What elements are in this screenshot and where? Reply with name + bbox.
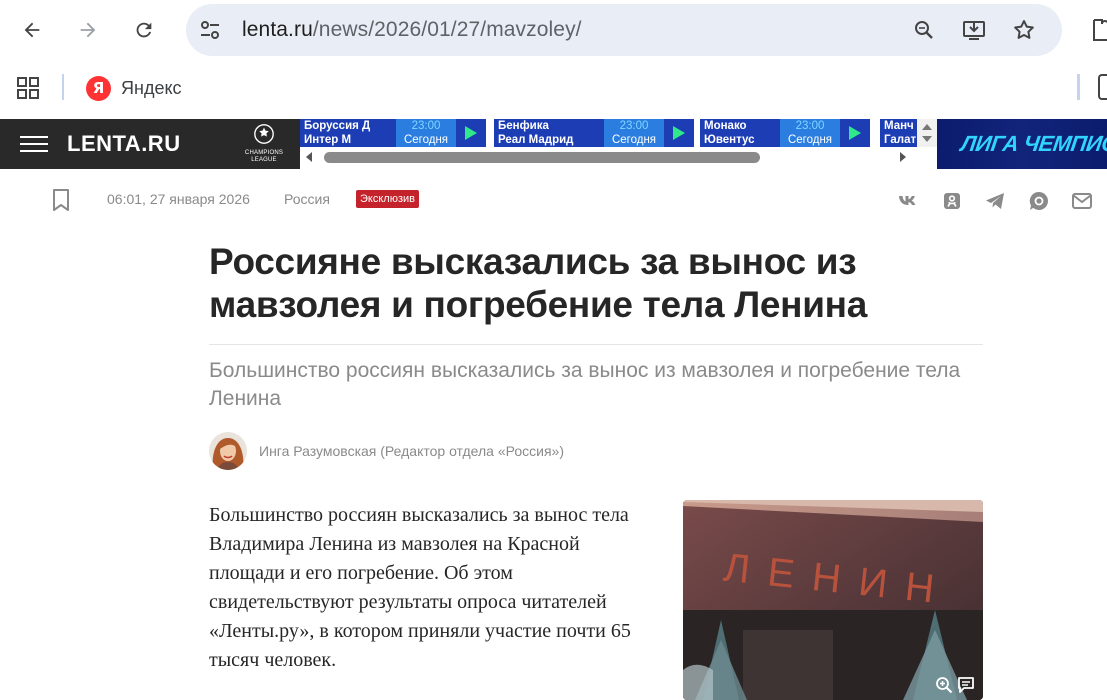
team-home: Боруссия Д <box>304 120 371 132</box>
team-away: Интер М <box>304 134 352 146</box>
reload-icon <box>136 22 152 38</box>
team-home: Бенфика <box>498 120 549 132</box>
bookmarks-bar: Я Яндекс <box>0 60 1107 116</box>
bookmark-icon[interactable] <box>51 189 71 211</box>
article-lead: Большинство россиян высказались за вынос… <box>209 504 631 671</box>
team-away: Реал Мадрид <box>498 134 574 146</box>
match-item[interactable]: Боруссия Д Интер М 23:00 Сегодня <box>300 119 486 147</box>
zoom-in-icon[interactable] <box>935 676 953 694</box>
article-rubric[interactable]: Россия <box>284 191 330 207</box>
play-icon <box>673 126 685 140</box>
bookmarks-divider-right <box>1077 74 1080 100</box>
url-path: /news/2026/01/27/mavzoley/ <box>312 18 582 41</box>
title-divider <box>209 344 983 345</box>
url-text[interactable]: lenta.ru/news/2026/01/27/mavzoley/ <box>242 18 582 42</box>
match-time: 23:00 <box>619 120 649 132</box>
article-subtitle: Большинство россиян высказались за вынос… <box>209 359 961 410</box>
install-app-icon[interactable] <box>962 18 986 42</box>
url-host: lenta.ru <box>242 18 313 41</box>
scrollbar-thumb[interactable] <box>324 152 760 163</box>
scroll-left-icon[interactable] <box>304 151 314 163</box>
play-button[interactable] <box>664 119 694 147</box>
exclusive-badge: Эксклюзив <box>356 190 419 208</box>
ticker-vertical-scroll[interactable] <box>917 119 937 147</box>
author-avatar <box>209 432 247 470</box>
article-meta: 06:01, 27 января 2026 Россия Эксклюзив <box>0 170 1107 230</box>
article-author[interactable]: Инга Разумовская (Редактор отдела «Росси… <box>209 432 564 470</box>
play-icon <box>849 126 861 140</box>
site-logo[interactable]: LENTA.RU <box>67 131 181 157</box>
article-photo[interactable]: ЛЕНИН <box>683 500 983 700</box>
extensions-icon[interactable] <box>1090 16 1107 44</box>
address-bar[interactable]: lenta.ru/news/2026/01/27/mavzoley/ <box>186 4 1062 56</box>
browser-toolbar: lenta.ru/news/2026/01/27/mavzoley/ <box>0 0 1107 60</box>
ticker-scrollbar[interactable] <box>300 149 915 165</box>
ucl-banner-text: ЛИГА ЧЕМПИОНОВ <box>959 131 1107 156</box>
yandex-logo-icon: Я <box>86 75 111 101</box>
match-day: Сегодня <box>787 134 833 146</box>
ucl-label-1: CHAMPIONS <box>244 150 284 156</box>
team-away: Галат <box>884 134 917 146</box>
telegram-icon[interactable] <box>984 190 1006 212</box>
team-home: Манч <box>884 120 914 132</box>
bookmark-label: Яндекс <box>121 77 182 98</box>
ucl-banner[interactable]: ЛИГА ЧЕМПИОНОВ <box>937 119 1107 169</box>
ucl-label-2: LEAGUE <box>251 157 277 163</box>
mail-icon[interactable] <box>1071 190 1093 212</box>
team-away: Ювентус <box>704 134 755 146</box>
mausoleum-photo-image: ЛЕНИН <box>683 500 983 700</box>
all-bookmarks-folder-icon[interactable] <box>1098 74 1107 100</box>
play-icon <box>465 126 477 140</box>
article-title: Россияне высказались за вынос из мавзоле… <box>209 241 867 325</box>
star-icon[interactable] <box>1012 18 1036 42</box>
match-item[interactable]: Монако Ювентус 23:00 Сегодня <box>700 119 870 147</box>
zoom-icon[interactable] <box>912 18 936 42</box>
bookmarks-divider <box>62 74 64 100</box>
caption-icon[interactable] <box>957 676 975 694</box>
play-button[interactable] <box>840 119 870 147</box>
vk-icon[interactable] <box>897 190 919 212</box>
match-time: 23:00 <box>411 120 441 132</box>
reload-button[interactable] <box>126 12 162 48</box>
forward-button[interactable] <box>70 12 106 48</box>
site-info-icon[interactable] <box>198 18 222 42</box>
match-day: Сегодня <box>403 134 449 146</box>
match-day: Сегодня <box>611 134 657 146</box>
author-name: Инга Разумовская (Редактор отдела «Росси… <box>259 443 564 459</box>
arrow-left-icon <box>24 22 40 38</box>
match-item[interactable]: Манч Галат <box>880 119 920 147</box>
match-time: 23:00 <box>795 120 825 132</box>
max-messenger-icon[interactable] <box>1028 190 1050 212</box>
champions-league-logo[interactable]: CHAMPIONS LEAGUE <box>238 123 290 167</box>
bookmark-yandex[interactable]: Я Яндекс <box>86 74 182 102</box>
scores-ticker: Боруссия Д Интер М 23:00 Сегодня Бенфика Ре… <box>300 119 937 169</box>
photo-tools <box>935 676 975 694</box>
menu-icon[interactable] <box>20 136 48 152</box>
arrow-right-icon <box>80 22 96 38</box>
back-button[interactable] <box>14 12 50 48</box>
article-date: 06:01, 27 января 2026 <box>107 191 250 207</box>
ucl-starball-icon <box>254 124 274 144</box>
scroll-right-icon[interactable] <box>898 151 908 163</box>
team-home: Монако <box>704 120 747 132</box>
ok-icon[interactable] <box>941 190 963 212</box>
apps-grid-icon[interactable] <box>16 76 40 100</box>
match-item[interactable]: Бенфика Реал Мадрид 23:00 Сегодня <box>494 119 694 147</box>
play-button[interactable] <box>456 119 486 147</box>
